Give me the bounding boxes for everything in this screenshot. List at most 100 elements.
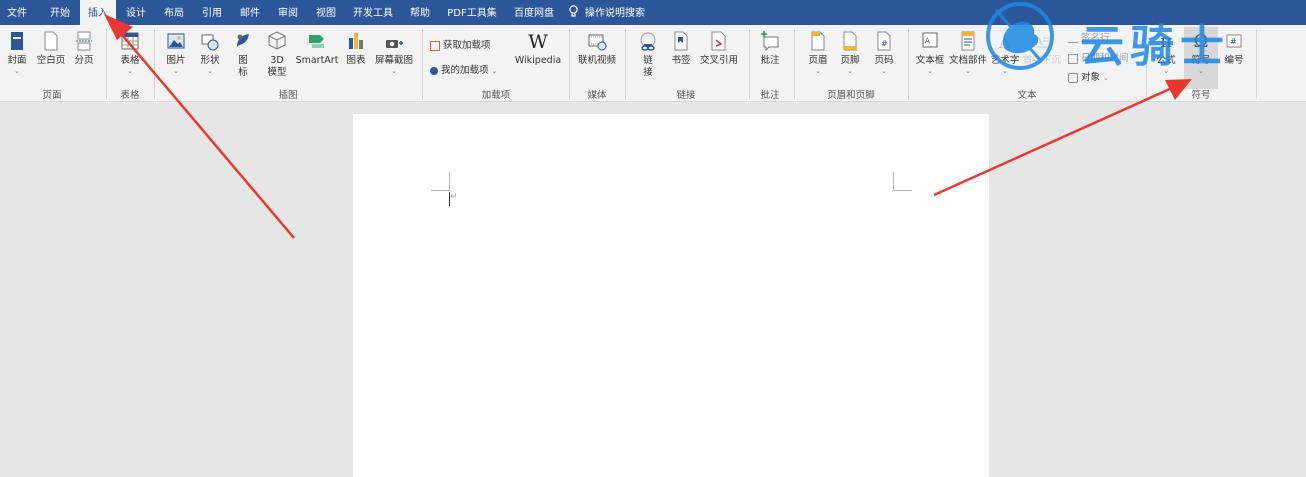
svg-text:A: A (998, 33, 1011, 52)
page-break-button[interactable]: 分页 (62, 29, 106, 67)
tab-references[interactable]: 引用 (196, 0, 228, 25)
tab-home[interactable]: 开始 (42, 0, 78, 25)
chevron-down-icon: ⌄ (14, 67, 20, 75)
pi-icon: π (1160, 31, 1172, 52)
table-icon (121, 32, 139, 50)
group-label-media: 媒体 (587, 90, 607, 101)
signature-icon (1068, 35, 1078, 43)
drop-cap-label: 首字下沉 (1022, 55, 1061, 66)
quick-parts-icon (961, 31, 975, 51)
tell-me-search[interactable]: 操作说明搜索 (568, 0, 658, 25)
margin-corner-top-right (893, 172, 912, 191)
tab-baidu-netdisk[interactable]: 百度网盘 (508, 0, 560, 25)
object-icon (1068, 72, 1078, 83)
quick-parts-label: 文档部件 (948, 55, 987, 66)
tab-developer[interactable]: 开发工具 (348, 0, 398, 25)
ribbon-insert: 封面 ⌄ 空白页 分页 页面 表格 ⌄ 表格 图片 ⌄ 形状 ⌄ 图 标 3D … (0, 25, 1306, 102)
tab-file[interactable]: 文件 (0, 0, 34, 25)
textbox-label: 文本框 (915, 55, 945, 66)
table-label: 表格 (120, 55, 140, 66)
svg-text:#: # (1230, 37, 1237, 46)
number-button[interactable]: # 编号 (1214, 29, 1254, 67)
header-icon (811, 31, 825, 51)
tab-pdf-tools[interactable]: PDF工具集 (442, 0, 502, 25)
textbox-button[interactable]: A 文本框 ⌄ (912, 29, 948, 75)
document-page[interactable]: ↵ (353, 114, 989, 477)
group-divider (908, 29, 909, 99)
group-divider (794, 29, 795, 99)
wikipedia-button[interactable]: W Wikipedia (514, 29, 562, 67)
object-button[interactable]: 对象 ⌄ (1068, 69, 1109, 83)
group-divider (422, 29, 423, 99)
group-label-header-footer: 页眉和页脚 (827, 90, 875, 101)
svg-text:#: # (881, 39, 888, 48)
link-label-line2: 接 (643, 67, 653, 78)
page-number-button[interactable]: # 页码 ⌄ (862, 29, 906, 75)
tell-me-label: 操作说明搜索 (585, 8, 645, 19)
cross-reference-button[interactable]: 交叉引用 (697, 29, 741, 67)
symbol-button[interactable]: Ω 符号 ⌄ (1184, 27, 1218, 89)
equation-button[interactable]: π 公式 ⌄ (1146, 29, 1186, 75)
online-video-button[interactable]: 联机视频 (575, 29, 619, 67)
signature-line-label: 签名行 (1081, 33, 1110, 44)
menu-bar: 文件 开始 插入 设计 布局 引用 邮件 审阅 视图 开发工具 帮助 PDF工具… (0, 0, 1306, 25)
icons-icon (237, 34, 249, 47)
chevron-down-icon: ⌄ (391, 67, 397, 75)
bookmark-icon (674, 31, 688, 51)
camera-icon (386, 40, 403, 48)
chevron-down-icon: ⌄ (1002, 67, 1008, 75)
chevron-down-icon: ⌄ (1103, 74, 1109, 82)
lightbulb-icon (569, 5, 578, 17)
group-divider (106, 29, 107, 99)
footer-icon (843, 31, 857, 51)
tab-help[interactable]: 帮助 (404, 0, 436, 25)
tab-view[interactable]: 视图 (310, 0, 342, 25)
chevron-down-icon: ⌄ (1198, 67, 1204, 75)
drop-cap-button[interactable]: A 首字下沉 (1020, 29, 1064, 67)
quick-parts-button[interactable]: 文档部件 ⌄ (947, 29, 989, 75)
chevron-down-icon: ⌄ (965, 67, 971, 75)
svg-text:A: A (1034, 35, 1044, 48)
table-button[interactable]: 表格 ⌄ (108, 29, 152, 75)
cover-page-icon (11, 32, 23, 50)
picture-icon (167, 33, 185, 49)
3d-models-button[interactable]: 3D 模型 (255, 29, 299, 79)
new-comment-button[interactable]: 批注 (748, 29, 792, 67)
tab-layout[interactable]: 布局 (158, 0, 190, 25)
cross-reference-icon (711, 31, 726, 51)
group-label-comments: 批注 (760, 90, 780, 101)
link-icon (640, 32, 656, 51)
group-label-tables: 表格 (120, 90, 140, 101)
symbol-label: 符号 (1191, 55, 1211, 66)
chevron-down-icon: ⌄ (927, 67, 933, 75)
textbox-icon: A (922, 32, 938, 48)
date-time-button[interactable]: 日期和时间 (1068, 50, 1129, 64)
screenshot-button[interactable]: 屏幕截图 ⌄ (372, 29, 416, 75)
group-label-text: 文本 (1017, 90, 1037, 101)
get-addins-label: 获取加载项 (443, 40, 491, 51)
paragraph-mark-icon: ↵ (450, 192, 458, 202)
3d-models-label-line2: 模型 (267, 67, 287, 78)
signature-line-button[interactable]: 签名行 ⌄ (1068, 30, 1118, 44)
get-addins-button[interactable]: 获取加载项 (430, 37, 491, 51)
calendar-icon (1068, 53, 1078, 64)
my-addins-button[interactable]: 我的加载项 ⌄ (430, 62, 497, 76)
number-icon: # (1226, 34, 1242, 48)
chevron-down-icon: ⌄ (1163, 67, 1169, 75)
tab-design[interactable]: 设计 (120, 0, 152, 25)
cube-icon (268, 31, 286, 50)
tab-mailings[interactable]: 邮件 (234, 0, 266, 25)
new-comment-label: 批注 (760, 55, 780, 66)
blank-page-icon (44, 31, 58, 51)
wordart-button[interactable]: A 艺术字 ⌄ (986, 29, 1024, 75)
svg-text:A: A (925, 37, 930, 45)
group-label-pages: 页面 (42, 90, 62, 101)
cross-reference-label: 交叉引用 (699, 55, 738, 66)
wikipedia-icon: W (528, 31, 548, 53)
object-label: 对象 (1081, 72, 1101, 83)
tab-review[interactable]: 审阅 (272, 0, 304, 25)
tab-insert[interactable]: 插入 (80, 0, 116, 25)
chevron-down-icon: ⌄ (881, 67, 887, 75)
bar-chart-icon (349, 33, 363, 49)
wordart-icon: A (998, 33, 1011, 52)
